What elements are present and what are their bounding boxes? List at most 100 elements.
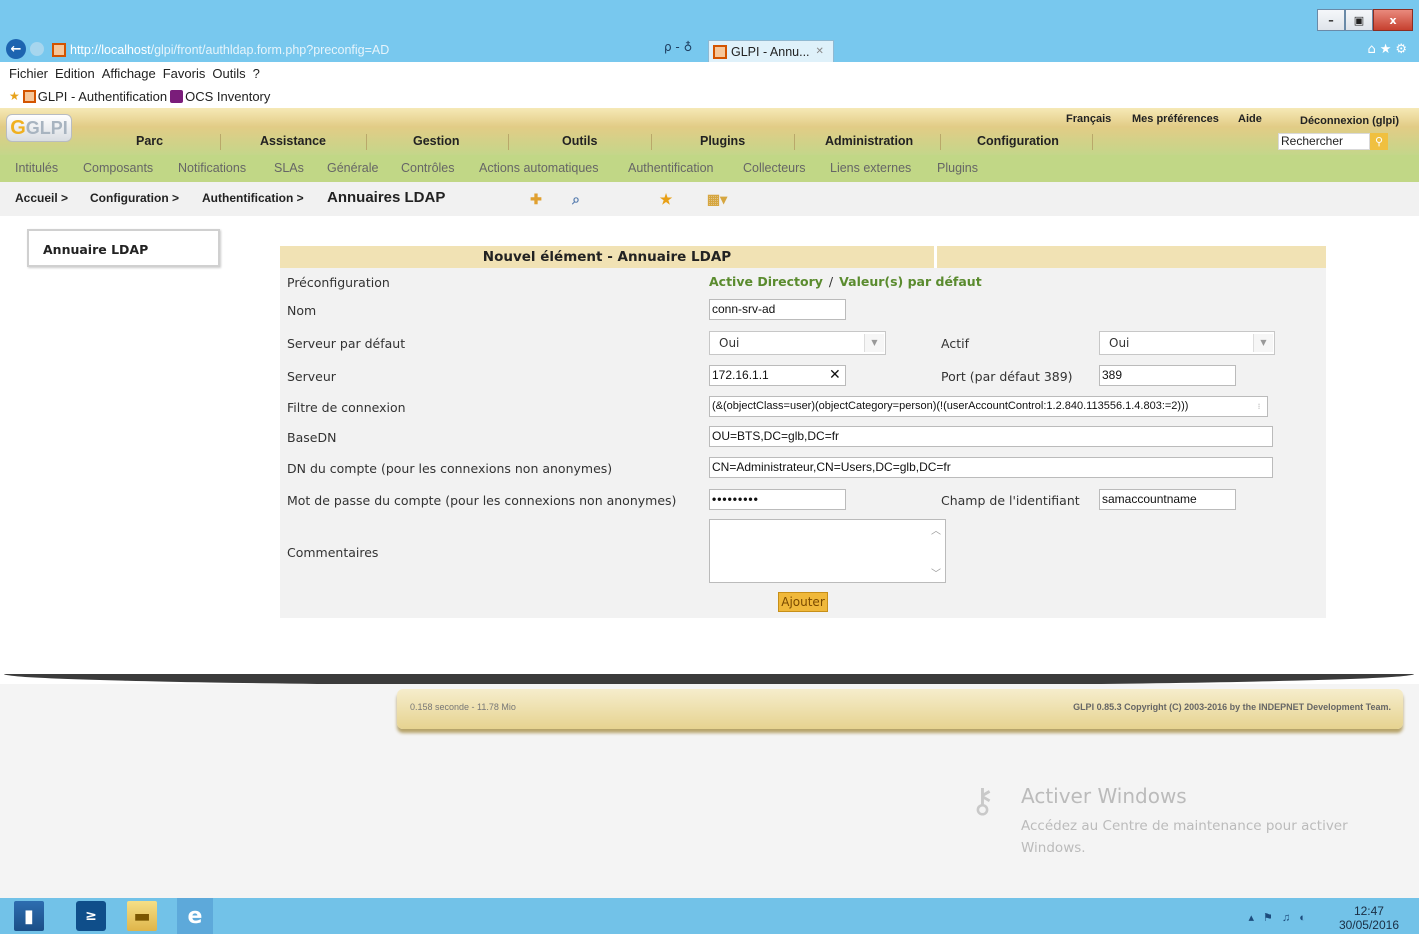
menu-outils-glpi[interactable]: Outils [562, 134, 597, 148]
footer-bar: 0.158 seconde - 11.78 Mio GLPI 0.85.3 Co… [397, 689, 1403, 729]
menu-separator [794, 134, 795, 150]
breadcrumb-authentification[interactable]: Authentification > [202, 191, 304, 205]
tab-annuaire-ldap[interactable]: Annuaire LDAP [27, 229, 220, 267]
submenu-generale[interactable]: Générale [327, 161, 378, 175]
menu-gestion[interactable]: Gestion [413, 134, 460, 148]
favorites-star-icon[interactable]: ★ [9, 89, 20, 103]
submenu-controles[interactable]: Contrôles [401, 161, 455, 175]
favorite-ocs[interactable]: OCS Inventory [185, 89, 270, 104]
submenu-authentification[interactable]: Authentification [628, 161, 713, 175]
breadcrumb-accueil[interactable]: Accueil > [15, 191, 68, 205]
bookmark-star-icon[interactable]: ★ [656, 189, 676, 209]
password-input[interactable]: ••••••••• [709, 489, 846, 510]
menu-edition[interactable]: Edition [55, 66, 95, 81]
submenu-plugins[interactable]: Plugins [937, 161, 978, 175]
activation-watermark: ⚷ Activer Windows Accédez au Centre de m… [970, 781, 1390, 861]
search-list-icon[interactable]: ⌕ [566, 189, 586, 209]
screen: – ▣ x ← http://localhost/glpi/front/auth… [0, 0, 1419, 934]
add-icon[interactable]: ✚ [526, 189, 546, 209]
spinner-icon[interactable]: ⁝ [1253, 398, 1265, 415]
file-explorer-icon[interactable]: ▬ [127, 901, 157, 931]
clock[interactable]: 12:47 30/05/2016 [1339, 904, 1399, 932]
menu-configuration[interactable]: Configuration [977, 134, 1059, 148]
tab-close-icon[interactable]: ✕ [816, 46, 824, 57]
system-tray: ▴ ⚑ ♫ ◐ 12:47 30/05/2016 [1248, 904, 1399, 932]
filter-value: (&(objectClass=user)(objectCategory=pers… [712, 400, 1189, 412]
basedn-input[interactable]: OU=BTS,DC=glb,DC=fr [709, 426, 1273, 447]
default-server-value: Oui [719, 336, 740, 350]
identifier-label: Champ de l'identifiant [941, 493, 1080, 508]
search-refresh-icon[interactable]: ρ - ♁ [664, 40, 692, 54]
browser-tab[interactable]: GLPI - Annu... ✕ [708, 40, 834, 62]
active-label: Actif [941, 336, 969, 351]
submenu-liens-externes[interactable]: Liens externes [830, 161, 911, 175]
search-icon[interactable]: ⚲ [1370, 133, 1388, 150]
minimize-button[interactable]: – [1317, 9, 1345, 31]
tray-icons[interactable]: ▴ ⚑ ♫ ◐ [1248, 911, 1308, 932]
search-input[interactable]: Rechercher [1278, 133, 1370, 150]
address-bar[interactable]: http://localhost/glpi/front/authldap.for… [52, 39, 702, 60]
menu-affichage[interactable]: Affichage [102, 66, 156, 81]
name-input[interactable]: conn-srv-ad [709, 299, 846, 320]
submenu-intitules[interactable]: Intitulés [15, 161, 58, 175]
footer-copyright[interactable]: GLPI 0.85.3 Copyright (C) 2003-2016 by t… [1073, 702, 1391, 712]
submenu-actions-automatiques[interactable]: Actions automatiques [479, 161, 599, 175]
language-link[interactable]: Français [1066, 113, 1111, 125]
menu-administration[interactable]: Administration [825, 134, 913, 148]
preferences-link[interactable]: Mes préférences [1132, 113, 1219, 125]
address-path: /glpi/front/authldap.form.php?preconfig=… [150, 42, 390, 57]
active-value: Oui [1109, 336, 1130, 350]
chevron-down-icon: ▼ [864, 334, 884, 352]
add-button[interactable]: Ajouter [778, 592, 828, 612]
menu-favoris[interactable]: Favoris [163, 66, 206, 81]
active-select[interactable]: Oui ▼ [1099, 331, 1275, 355]
help-link[interactable]: Aide [1238, 113, 1262, 125]
preconfig-ad-link[interactable]: Active Directory [709, 274, 823, 289]
logout-link[interactable]: Déconnexion (glpi) [1300, 115, 1399, 127]
menu-outils[interactable]: Outils [212, 66, 245, 81]
close-button[interactable]: x [1373, 9, 1413, 31]
forward-icon[interactable] [30, 42, 44, 56]
ocs-fav-icon [170, 89, 184, 103]
sub-menu: Intitulés Composants Notifications SLAs … [0, 155, 1419, 182]
submenu-slas[interactable]: SLAs [274, 161, 304, 175]
preconfig-separator: / [828, 274, 834, 289]
default-server-select[interactable]: Oui ▼ [709, 331, 886, 355]
menu-plugins[interactable]: Plugins [700, 134, 745, 148]
clear-input-icon[interactable]: ✕ [829, 367, 841, 383]
menu-assistance[interactable]: Assistance [260, 134, 326, 148]
dn-input[interactable]: CN=Administrateur,CN=Users,DC=glb,DC=fr [709, 457, 1273, 478]
textarea-scrollbar[interactable]: ︿ ﹀ [928, 522, 944, 580]
maximize-button[interactable]: ▣ [1345, 9, 1373, 31]
breadcrumb-configuration[interactable]: Configuration > [90, 191, 179, 205]
submenu-composants[interactable]: Composants [83, 161, 153, 175]
activation-title: Activer Windows [1021, 784, 1187, 808]
menu-help[interactable]: ? [253, 66, 260, 81]
submenu-notifications[interactable]: Notifications [178, 161, 246, 175]
clock-time: 12:47 [1353, 904, 1384, 918]
basedn-label: BaseDN [287, 430, 337, 445]
menu-parc[interactable]: Parc [136, 134, 163, 148]
filter-label: Filtre de connexion [287, 400, 406, 415]
submenu-collecteurs[interactable]: Collecteurs [743, 161, 806, 175]
filter-input[interactable]: (&(objectClass=user)(objectCategory=pers… [709, 396, 1268, 417]
menu-separator [940, 134, 941, 150]
identifier-input[interactable]: samaccountname [1099, 489, 1236, 510]
scroll-down-icon[interactable]: ﹀ [931, 565, 941, 580]
server-manager-icon[interactable]: ▮ [14, 901, 44, 931]
home-star-gear-icons[interactable]: ⌂★⚙ [1367, 42, 1411, 57]
internet-explorer-icon[interactable]: e [177, 898, 213, 934]
comments-textarea[interactable]: ︿ ﹀ [709, 519, 946, 583]
server-label: Serveur [287, 369, 336, 384]
server-input[interactable]: 172.16.1.1 [709, 365, 846, 386]
back-icon[interactable]: ← [6, 39, 26, 59]
port-input[interactable]: 389 [1099, 365, 1236, 386]
display-options-icon[interactable]: ▦▾ [696, 189, 738, 209]
powershell-icon[interactable]: ≥ [76, 901, 106, 931]
breadcrumb: Accueil > Configuration > Authentificati… [0, 182, 1419, 216]
scroll-up-icon[interactable]: ︿ [931, 522, 941, 537]
menu-fichier[interactable]: Fichier [9, 66, 48, 81]
favorite-glpi-auth[interactable]: GLPI - Authentification [38, 89, 167, 104]
preconfig-default-link[interactable]: Valeur(s) par défaut [839, 274, 982, 289]
taskbar: ▮ ≥ ▬ e ▴ ⚑ ♫ ◐ 12:47 30/05/2016 [0, 898, 1419, 934]
